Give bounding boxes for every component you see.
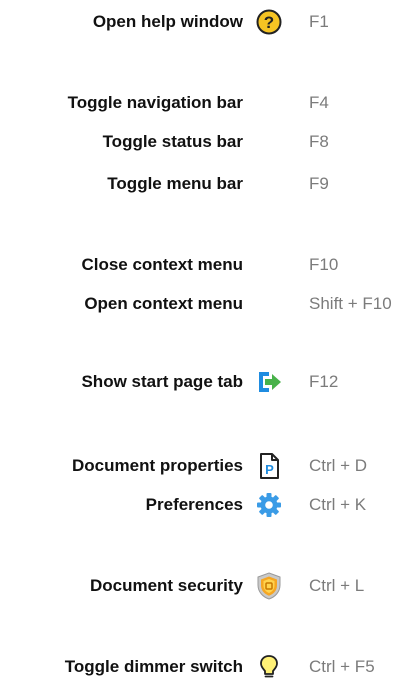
shortcut-label: Document security [89,576,243,595]
svg-text:P: P [265,462,274,477]
start-page-icon [255,368,283,396]
shortcut-label: Open help window [92,12,243,31]
gear-icon [255,491,283,519]
shortcut-key: Ctrl + K [309,495,367,514]
shortcut-label: Toggle navigation bar [67,93,243,112]
svg-text:?: ? [264,13,274,32]
shortcut-label: Preferences [145,495,243,514]
shortcut-key: F4 [309,93,329,112]
shortcut-row-document-security: Document security Ctrl + L [0,571,419,601]
shortcut-label: Toggle menu bar [107,174,243,193]
lightbulb-icon [255,653,283,681]
shortcut-row-close-context-menu: Close context menu F10 [0,250,419,280]
shortcut-row-preferences: Preferences Ctrl + K [0,490,419,520]
shortcut-row-start-page: Show start page tab F12 [0,367,419,397]
shortcut-row-help: Open help window ? F1 [0,7,419,37]
shortcut-row-navigation-bar: Toggle navigation bar F4 [0,88,419,118]
document-properties-icon: P [255,452,283,480]
shortcut-label: Toggle status bar [102,132,243,151]
shortcut-key: Ctrl + L [309,576,365,595]
shortcut-label: Open context menu [84,294,243,313]
shortcut-key: F8 [309,132,329,151]
shortcut-key: Ctrl + D [309,456,368,475]
shortcut-row-dimmer-switch: Toggle dimmer switch Ctrl + F5 [0,652,419,682]
shortcut-row-menu-bar: Toggle menu bar F9 [0,169,419,199]
security-shield-icon [255,572,283,600]
shortcut-row-status-bar: Toggle status bar F8 [0,127,419,157]
shortcut-key: F12 [309,372,339,391]
shortcut-label: Toggle dimmer switch [64,657,243,676]
shortcut-row-open-context-menu: Open context menu Shift + F10 [0,289,419,319]
shortcut-key: Ctrl + F5 [309,657,375,676]
shortcut-key: F10 [309,255,339,274]
shortcut-label: Show start page tab [81,372,243,391]
shortcut-key: F1 [309,12,329,31]
shortcut-label: Document properties [72,456,243,475]
help-icon: ? [255,8,283,36]
shortcut-key: F9 [309,174,329,193]
shortcut-row-document-properties: Document properties P Ctrl + D [0,451,419,481]
shortcut-label: Close context menu [81,255,243,274]
shortcut-key: Shift + F10 [309,294,392,313]
